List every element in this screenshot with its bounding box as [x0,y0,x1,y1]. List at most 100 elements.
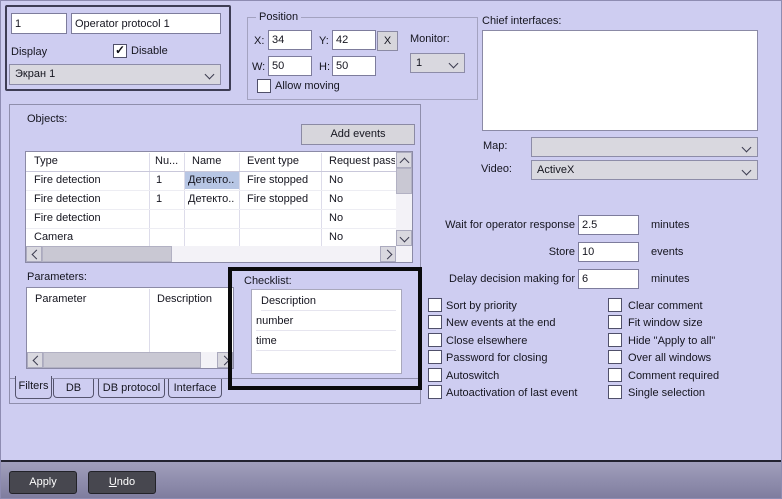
column-header-type[interactable]: Type [34,155,144,167]
column-header-name[interactable]: Name [192,155,236,167]
password-for-closing-checkbox[interactable] [428,350,442,364]
operator-protocol-settings-dialog: Display Disable Экран 1 Position X: Y: X… [0,0,782,499]
h-field[interactable] [332,56,376,76]
map-label: Map: [483,140,507,152]
checklist-item[interactable]: Description [261,295,396,311]
column-header-event-type[interactable]: Event type [247,155,317,167]
column-header-number[interactable]: Nu... [155,155,183,167]
w-field[interactable] [268,56,312,76]
fit-window-size-label: Fit window size [628,317,703,329]
scroll-down-button[interactable] [396,230,412,246]
chief-interfaces-listbox[interactable] [482,30,758,131]
autoactivation-last-event-label: Autoactivation of last event [446,387,577,399]
clear-position-button[interactable]: X [377,31,398,51]
single-selection-checkbox[interactable] [608,385,622,399]
wait-response-field[interactable] [578,215,639,235]
tab-db-protocol[interactable]: DB protocol [98,379,165,398]
scroll-up-button[interactable] [396,152,412,168]
name-field[interactable] [71,13,221,34]
table-cell[interactable]: Детекто.. [188,174,238,186]
monitor-select[interactable]: 1 [410,53,465,73]
allow-moving-checkbox[interactable] [257,79,271,93]
parameters-label: Parameters: [27,271,87,283]
delay-decision-field[interactable] [578,269,639,289]
x-label: X: [254,35,264,47]
autoswitch-label: Autoswitch [446,370,499,382]
monitor-select-value: 1 [416,57,422,69]
column-header-parameter[interactable]: Parameter [35,293,145,305]
footer-bar: Apply Undo [1,462,782,499]
table-cell[interactable]: 1 [156,193,181,205]
scroll-left-button[interactable] [26,246,42,262]
store-field[interactable] [578,242,639,262]
hide-apply-to-all-label: Hide "Apply to all" [628,335,715,347]
autoactivation-last-event-checkbox[interactable] [428,385,442,399]
table-cell[interactable]: 1 [156,174,181,186]
map-select[interactable] [531,137,758,157]
row-divider [26,190,396,191]
apply-button[interactable]: Apply [9,471,77,494]
undo-button[interactable]: Undo [88,471,156,494]
table-cell[interactable]: No [329,193,389,205]
h-label: H: [319,61,330,73]
new-events-at-end-label: New events at the end [446,317,555,329]
w-label: W: [252,61,265,73]
tab-db[interactable]: DB [53,379,94,398]
close-elsewhere-checkbox[interactable] [428,333,442,347]
parameters-table[interactable]: Parameter Description [26,287,234,369]
disable-checkbox[interactable] [113,44,127,58]
column-divider [239,153,240,246]
video-select-value: ActiveX [537,164,574,176]
table-cell[interactable]: Fire stopped [247,174,319,186]
fit-window-size-checkbox[interactable] [608,315,622,329]
single-selection-label: Single selection [628,387,705,399]
scroll-left-button[interactable] [27,352,43,368]
vertical-scrollbar-thumb[interactable] [396,168,412,194]
sort-by-priority-checkbox[interactable] [428,298,442,312]
column-divider [321,153,322,246]
wait-response-unit: minutes [651,219,690,231]
checklist-listbox[interactable]: Description number time [251,289,402,374]
table-cell[interactable]: Детекто.. [188,193,238,205]
store-label: Store [301,246,575,258]
id-field[interactable] [11,13,67,34]
checklist-highlight-box: Checklist: Description number time [228,267,422,390]
over-all-windows-checkbox[interactable] [608,350,622,364]
table-cell[interactable]: Fire detection [34,174,146,186]
table-cell[interactable]: Fire stopped [247,193,319,205]
table-cell[interactable]: No [329,231,389,243]
table-cell[interactable]: No [329,174,389,186]
column-header-description[interactable]: Description [157,293,227,305]
chief-interfaces-label: Chief interfaces: [482,15,561,27]
hide-apply-to-all-checkbox[interactable] [608,333,622,347]
video-label: Video: [481,163,512,175]
wait-response-label: Wait for operator response [301,219,575,231]
table-cell[interactable]: Fire detection [34,212,146,224]
screen-select[interactable]: Экран 1 [9,64,221,85]
tab-filters[interactable]: Filters [15,376,52,399]
checklist-label: Checklist: [244,275,292,287]
delay-decision-unit: minutes [651,273,690,285]
new-events-at-end-checkbox[interactable] [428,315,442,329]
y-field[interactable] [332,30,376,50]
chevron-down-icon [205,70,215,80]
autoswitch-checkbox[interactable] [428,368,442,382]
horizontal-scrollbar-thumb[interactable] [43,352,201,368]
add-events-button[interactable]: Add events [301,124,415,145]
screen-select-value: Экран 1 [15,68,55,80]
comment-required-checkbox[interactable] [608,368,622,382]
monitor-label: Monitor: [410,33,450,45]
column-header-request-pass[interactable]: Request pass [329,155,395,167]
x-field[interactable] [268,30,312,50]
horizontal-scrollbar-thumb[interactable] [42,246,172,262]
clear-comment-checkbox[interactable] [608,298,622,312]
video-select[interactable]: ActiveX [531,160,758,180]
table-cell[interactable]: Fire detection [34,193,146,205]
checklist-item[interactable]: number [256,315,396,331]
tab-interface[interactable]: Interface [168,379,222,398]
checklist-item[interactable]: time [256,335,396,351]
chevron-left-icon [32,250,42,260]
comment-required-label: Comment required [628,370,719,382]
table-cell[interactable]: Camera [34,231,146,243]
sort-by-priority-label: Sort by priority [446,300,517,312]
